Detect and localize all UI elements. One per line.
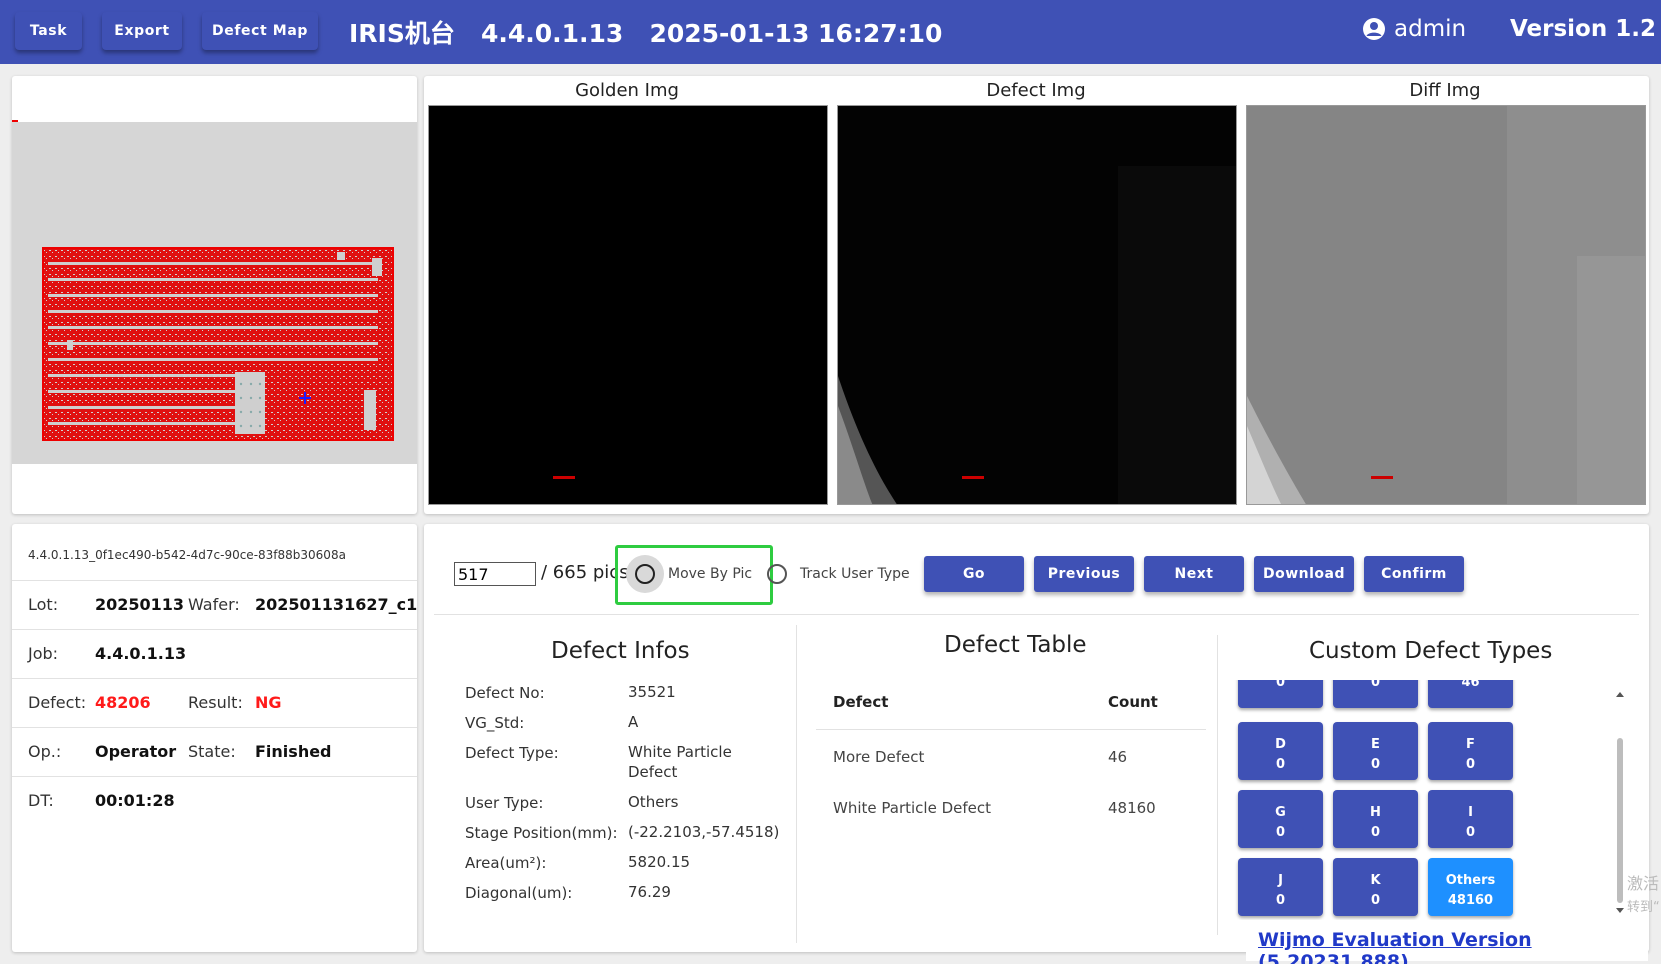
defect-image[interactable] (837, 105, 1237, 505)
custom-types-grid: 0 0 46 D0 E0 F0 G0 H0 I0 J0 K0 Others 481… (1228, 680, 1608, 920)
scroll-thumb[interactable] (1617, 738, 1623, 903)
divider (1217, 635, 1218, 935)
job-label: Job: (28, 644, 59, 663)
defect-count-value: 48206 (95, 693, 151, 712)
defect-marker (962, 476, 984, 479)
state-label: State: (188, 742, 236, 761)
confirm-button[interactable]: Confirm (1364, 556, 1464, 592)
user-type-label: User Type: (465, 794, 544, 812)
custom-type-button[interactable]: 0 (1333, 680, 1418, 708)
dt-value: 00:01:28 (95, 791, 175, 810)
user-type-value: Others (628, 793, 679, 811)
wafer-defect-map (42, 247, 394, 441)
area-label: Area(um²): (465, 854, 547, 872)
info-row-lot: Lot: 20250113 Wafer: 202501131627_c1 (12, 580, 417, 629)
lot-label: Lot: (28, 595, 59, 614)
op-value: Operator (95, 742, 177, 761)
defect-count-cell: 48160 (1108, 799, 1156, 817)
previous-button[interactable]: Previous (1034, 556, 1134, 592)
username: admin (1394, 16, 1467, 42)
defect-image-texture (838, 106, 1236, 504)
go-button[interactable]: Go (924, 556, 1024, 592)
info-row-op: Op.: Operator State: Finished (12, 727, 417, 776)
download-button[interactable]: Download (1254, 556, 1354, 592)
defect-marker (1371, 476, 1393, 479)
defect-img-label: Defect Img (986, 80, 1086, 101)
app-header: Task Export Defect Map IRIS机台 4.4.0.1.13… (0, 0, 1661, 64)
move-by-pic-radio[interactable] (635, 564, 655, 584)
golden-image[interactable] (428, 105, 828, 505)
task-button[interactable]: Task (15, 12, 82, 50)
defect-infos-title: Defect Infos (551, 638, 690, 664)
diff-img-label: Diff Img (1409, 80, 1481, 101)
defect-type-value: White Particle Defect (628, 743, 732, 781)
custom-type-button[interactable]: 0 (1238, 680, 1323, 708)
wafer-id: 4.4.0.1.13_0f1ec490-b542-4d7c-90ce-83f88… (28, 548, 346, 562)
version-label: Version 1.2 (1510, 16, 1656, 42)
job-value: 4.4.0.1.13 (95, 644, 187, 663)
user-menu[interactable]: admin (1362, 16, 1466, 42)
account-circle-icon (1363, 18, 1385, 40)
stage-position-label: Stage Position(mm): (465, 824, 618, 842)
move-by-pic-label[interactable]: Move By Pic (668, 566, 752, 582)
defect-marker (553, 476, 575, 479)
defect-map-button[interactable]: Defect Map (202, 12, 318, 50)
result-label: Result: (188, 693, 243, 712)
diagonal-label: Diagonal(um): (465, 884, 573, 902)
info-row-job: Job: 4.4.0.1.13 (12, 629, 417, 678)
divider (434, 614, 1639, 615)
track-user-type-radio[interactable] (767, 564, 787, 584)
custom-type-f-button[interactable]: F0 (1428, 722, 1513, 780)
defect-name-cell: White Particle Defect (833, 799, 991, 817)
vg-std-value: A (628, 713, 639, 731)
defect-name-cell: More Defect (833, 748, 925, 766)
custom-type-g-button[interactable]: G0 (1238, 790, 1323, 848)
custom-type-h-button[interactable]: H0 (1333, 790, 1418, 848)
custom-type-d-button[interactable]: D0 (1238, 722, 1323, 780)
wafer-map[interactable] (12, 122, 417, 464)
count-column-header[interactable]: Count (1108, 693, 1158, 711)
custom-type-j-button[interactable]: J0 (1238, 858, 1323, 916)
info-row-dt: DT: 00:01:28 (12, 776, 417, 825)
export-button[interactable]: Export (102, 12, 182, 50)
stage-position-value: (-22.2103,-57.4518) (628, 823, 780, 841)
custom-type-others-button[interactable]: Others 48160 (1428, 858, 1513, 916)
os-activation-watermark: 激活 转到“ (1627, 874, 1660, 915)
op-label: Op.: (28, 742, 62, 761)
defect-type-label: Defect Type: (465, 744, 559, 762)
state-value: Finished (255, 742, 332, 761)
diff-image-texture (1247, 106, 1645, 504)
vg-std-label: VG_Std: (465, 714, 525, 732)
track-user-type-label[interactable]: Track User Type (800, 566, 910, 582)
golden-img-label: Golden Img (575, 80, 679, 101)
divider (796, 625, 797, 943)
custom-type-k-button[interactable]: K0 (1333, 858, 1418, 916)
page-title: IRIS机台 4.4.0.1.13 2025-01-13 16:27:10 (349, 19, 943, 48)
defect-no-label: Defect No: (465, 684, 545, 702)
defect-count-cell: 46 (1108, 748, 1128, 766)
custom-type-e-button[interactable]: E0 (1333, 722, 1418, 780)
diff-image[interactable] (1246, 105, 1646, 505)
table-header-divider (816, 729, 1206, 730)
custom-type-i-button[interactable]: I0 (1428, 790, 1513, 848)
diagonal-value: 76.29 (628, 883, 671, 901)
lot-value: 20250113 (95, 595, 185, 614)
defect-no-value: 35521 (628, 683, 676, 701)
next-button[interactable]: Next (1144, 556, 1244, 592)
pic-index-input[interactable] (454, 562, 536, 586)
defect-label: Defect: (28, 693, 87, 712)
wafer-label: Wafer: (188, 595, 240, 614)
defect-column-header[interactable]: Defect (833, 693, 888, 711)
result-value: NG (255, 693, 282, 712)
dt-label: DT: (28, 791, 54, 810)
area-value: 5820.15 (628, 853, 691, 871)
info-row-defect: Defect: 48206 Result: NG (12, 678, 417, 727)
defect-table-title: Defect Table (944, 632, 1087, 658)
custom-type-button[interactable]: 46 (1428, 680, 1513, 708)
custom-defect-types-title: Custom Defect Types (1309, 638, 1553, 664)
wijmo-evaluation-link[interactable]: Wijmo Evaluation Version (5.20231.888) (1246, 925, 1648, 964)
wafer-value: 202501131627_c1 (255, 595, 418, 614)
